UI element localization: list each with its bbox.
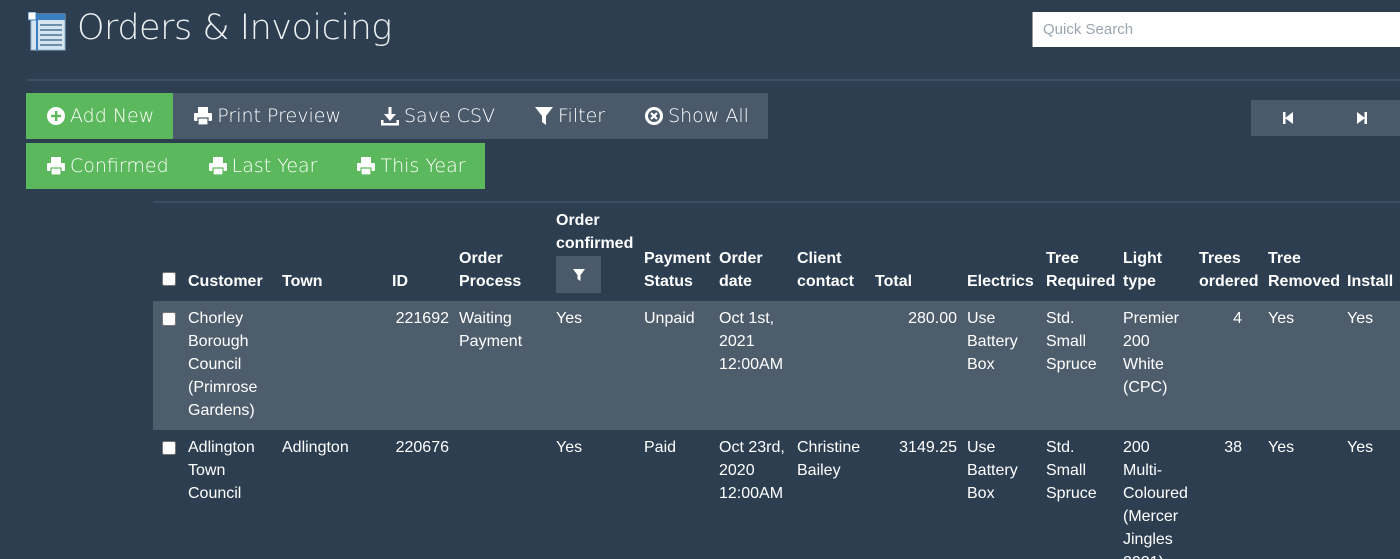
cell-order-confirmed: Yes (556, 439, 583, 456)
column-filter-button[interactable] (556, 256, 601, 293)
filter-icon (535, 107, 554, 125)
page-header: Orders & Invoicing (0, 0, 1400, 80)
select-all-checkbox[interactable] (162, 272, 176, 286)
column-header-tree-required[interactable]: Tree Required (1040, 201, 1117, 301)
column-header-total[interactable]: Total (869, 201, 961, 301)
table-row[interactable]: Adlington Town Council Adlington 220676 … (153, 430, 1400, 559)
cell-customer: Chorley Borough Council (Primrose Garden… (188, 310, 258, 419)
cell-order-date: Oct 1st, 2021 12:00AM (719, 310, 784, 373)
cell-order-process: Waiting Payment (459, 310, 523, 350)
close-circle-icon (645, 107, 664, 125)
order-confirmed-label: Order confirmed (556, 212, 634, 252)
column-header-order-date[interactable]: Order date (713, 201, 791, 301)
column-header-town[interactable]: Town (276, 201, 386, 301)
save-csv-label: Save CSV (404, 105, 496, 127)
column-header-light-type[interactable]: Light type (1117, 201, 1193, 301)
orders-table: Customer Town ID Order Process Order con… (153, 201, 1400, 559)
cell-light-type: Premier 200 White (CPC) (1123, 310, 1180, 396)
table-row[interactable]: Chorley Borough Council (Primrose Garden… (153, 301, 1400, 430)
column-header-client-contact[interactable]: Client contact (791, 201, 869, 301)
plus-circle-icon (47, 107, 65, 125)
column-header-order-process[interactable]: Order Process (453, 201, 550, 301)
cell-customer: Adlington Town Council (188, 439, 255, 502)
cell-payment-status: Paid (644, 439, 677, 456)
cell-order-date: Oct 23rd, 2020 12:00AM (719, 439, 785, 502)
cell-trees-ordered: 38 (1224, 439, 1242, 456)
filter-icon (572, 268, 585, 281)
confirmed-report-button[interactable]: Confirmed (26, 143, 188, 189)
first-page-button[interactable] (1251, 100, 1325, 136)
save-csv-button[interactable]: Save CSV (360, 93, 515, 139)
page-title: Orders & Invoicing (77, 8, 392, 48)
printer-icon (357, 157, 376, 176)
cell-client-contact (791, 301, 869, 430)
cell-total: 280.00 (908, 310, 957, 327)
print-preview-button[interactable]: Print Preview (173, 93, 360, 139)
cell-town: Adlington (282, 439, 349, 456)
cell-total: 3149.25 (899, 439, 957, 456)
cell-tree-removed: Yes (1268, 439, 1295, 456)
table-header-row: Customer Town ID Order Process Order con… (153, 201, 1400, 301)
toolbar-reports: Confirmed Last Year This Year (26, 143, 485, 189)
add-new-button[interactable]: Add New (26, 93, 174, 139)
this-year-report-button[interactable]: This Year (336, 143, 485, 189)
show-all-label: Show All (668, 105, 749, 127)
column-header-order-confirmed[interactable]: Order confirmed (550, 201, 638, 301)
show-all-button[interactable]: Show All (624, 93, 768, 139)
column-header-electrics[interactable]: Electrics (961, 201, 1040, 301)
quick-search-input[interactable] (1032, 12, 1400, 47)
add-new-label: Add New (70, 105, 155, 127)
printer-icon (47, 157, 65, 176)
cell-install: Yes (1347, 310, 1374, 327)
cell-client-contact: Christine Bailey (797, 439, 861, 479)
this-year-label: This Year (380, 155, 466, 177)
cell-install: Yes (1347, 439, 1374, 456)
column-header-install[interactable]: Install (1341, 201, 1400, 301)
header-divider (27, 79, 1400, 81)
cell-order-confirmed: Yes (556, 310, 583, 327)
column-header-tree-removed[interactable]: Tree Removed (1262, 201, 1341, 301)
confirmed-label: Confirmed (70, 155, 169, 177)
column-header-payment-status[interactable]: Payment Status (638, 201, 713, 301)
cell-tree-removed: Yes (1268, 310, 1295, 327)
select-all-cell (153, 201, 182, 301)
toolbar-primary: Add New Print Preview Save CSV Filter Sh… (26, 93, 768, 139)
download-icon (381, 107, 399, 126)
printer-icon (208, 157, 227, 176)
column-header-customer[interactable]: Customer (182, 201, 276, 301)
last-year-label: Last Year (231, 155, 318, 177)
last-year-report-button[interactable]: Last Year (187, 143, 337, 189)
cell-town (276, 301, 386, 430)
cell-light-type: 200 Multi-Coloured (Mercer Jingles 2021) (1123, 439, 1188, 559)
skip-forward-icon (1357, 112, 1367, 124)
pager (1251, 100, 1400, 136)
column-header-trees-ordered[interactable]: Trees ordered (1193, 201, 1262, 301)
filter-label: Filter (558, 105, 606, 127)
skip-back-icon (1283, 112, 1293, 124)
filter-button[interactable]: Filter (514, 93, 625, 139)
ledger-icon (28, 12, 66, 51)
cell-electrics: Use Battery Box (967, 439, 1018, 502)
print-preview-label: Print Preview (217, 105, 341, 127)
column-header-id[interactable]: ID (386, 201, 453, 301)
orders-table-container: Customer Town ID Order Process Order con… (153, 201, 1400, 559)
printer-icon (194, 107, 213, 126)
cell-tree-required: Std. Small Spruce (1046, 439, 1097, 502)
row-checkbox[interactable] (162, 441, 176, 455)
cell-order-process (453, 430, 550, 559)
row-checkbox[interactable] (162, 312, 176, 326)
cell-id: 221692 (395, 310, 449, 327)
cell-id: 220676 (395, 439, 449, 456)
cell-electrics: Use Battery Box (967, 310, 1018, 373)
next-page-button[interactable] (1325, 100, 1399, 136)
cell-tree-required: Std. Small Spruce (1046, 310, 1097, 373)
cell-trees-ordered: 4 (1233, 310, 1242, 327)
cell-payment-status: Unpaid (644, 310, 695, 327)
